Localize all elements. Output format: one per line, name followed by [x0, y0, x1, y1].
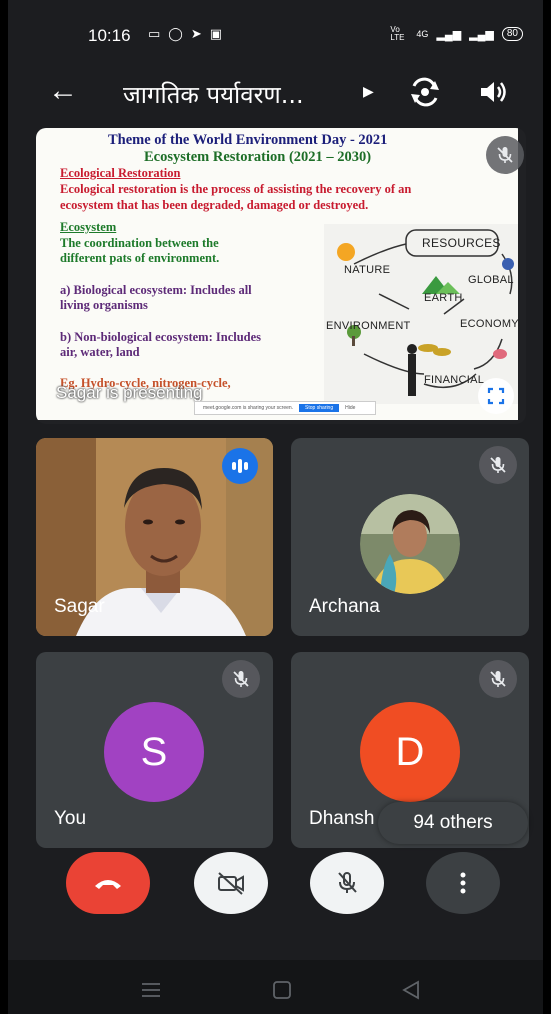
slide-item-b-line1: b) Non-biological ecosystem: Includes	[60, 330, 262, 344]
system-nav-bar	[8, 960, 543, 1014]
back-arrow-icon[interactable]: ←	[48, 76, 78, 106]
title-expand-icon[interactable]: ▶	[363, 83, 374, 100]
presentation-tile[interactable]: Theme of the World Environment Day - 202…	[36, 128, 526, 424]
mic-off-icon	[479, 446, 517, 484]
mic-off-glyph-icon	[497, 147, 513, 163]
diagram-environment: ENVIRONMENT	[326, 320, 411, 332]
participant-name: Archana	[309, 596, 380, 617]
end-call-button[interactable]	[66, 852, 150, 914]
presenter-label: Sagar is presenting	[56, 383, 203, 402]
avatar	[360, 494, 460, 594]
diagram-lines	[324, 224, 518, 404]
calendar-icon: ▣	[209, 26, 223, 41]
nav-buttons	[142, 980, 419, 1000]
hide-share-bar-button[interactable]: Hide	[345, 405, 355, 411]
participant-tile-you[interactable]: S You	[36, 652, 273, 848]
diagram-resources: RESOURCES	[422, 236, 501, 250]
more-options-button[interactable]	[426, 852, 500, 914]
participant-tile-sagar[interactable]: Sagar	[36, 438, 273, 636]
slide-para2-line2: different pats of environment.	[60, 251, 220, 265]
diagram-global: GLOBAL	[468, 274, 514, 286]
avatar-letter: S	[104, 702, 204, 802]
camera-off-button[interactable]	[194, 852, 268, 914]
meeting-title[interactable]: जागतिक पर्यावरण...	[123, 78, 304, 111]
mic-off-glyph-icon	[490, 457, 506, 473]
whatsapp-icon: ◯	[168, 26, 183, 41]
participant-name: Sagar	[54, 596, 105, 617]
participant-name: Dhansh	[309, 808, 375, 829]
status-right: Vo LTE 4G ▂▄▆ ▂▄▆ 80	[390, 26, 523, 42]
slide-para2-line1: The coordination between the	[60, 236, 219, 250]
back-nav-icon[interactable]	[402, 980, 419, 1000]
cast-icon: ▭	[148, 26, 161, 41]
participant-tile-archana[interactable]: Archana	[291, 438, 529, 636]
slide-item-a-line1: a) Biological ecosystem: Includes all	[60, 283, 252, 297]
switch-camera-icon[interactable]	[408, 76, 442, 108]
volte-label: Vo LTE	[390, 25, 405, 42]
others-count-button[interactable]: 94 others	[378, 802, 528, 844]
diagram-earth: EARTH	[424, 292, 463, 304]
slide-item-b-line2: air, water, land	[60, 345, 140, 359]
fullscreen-button[interactable]	[478, 378, 514, 414]
recents-icon[interactable]	[142, 983, 160, 997]
slide-title-line2: Ecosystem Restoration (2021 – 2030)	[144, 149, 372, 165]
notification-icons: ▭ ◯ ➤ ▣	[148, 26, 222, 42]
participant-name: You	[54, 808, 87, 829]
shared-slide: Theme of the World Environment Day - 202…	[36, 128, 519, 420]
more-vert-icon	[460, 872, 466, 894]
mic-off-icon	[338, 872, 357, 893]
audio-level-icon	[232, 459, 248, 473]
avatar-letter: D	[360, 702, 460, 802]
hang-up-icon	[95, 880, 121, 889]
slide-item-a-line2: living organisms	[60, 298, 148, 312]
share-bar-text: meet.google.com is sharing your screen.	[203, 405, 294, 411]
slide-para1-line1: Ecological restoration is the process of…	[60, 182, 412, 196]
home-icon[interactable]	[273, 981, 291, 999]
mic-off-glyph-icon	[490, 671, 506, 687]
speaker-icon[interactable]	[478, 78, 508, 106]
diagram-financial: FINANCIAL	[424, 374, 485, 386]
slide-heading-ecosystem: Ecosystem	[60, 220, 117, 234]
signal2-icon: ▂▄▆	[469, 28, 494, 41]
status-bar: 10:16 ▭ ◯ ➤ ▣ Vo LTE 4G ▂▄▆ ▂▄▆ 80	[8, 20, 543, 52]
presentation-mic-off-icon	[486, 136, 524, 174]
screen-share-bar: meet.google.com is sharing your screen. …	[194, 401, 376, 415]
slide-heading-restoration: Ecological Restoration	[60, 166, 181, 180]
diagram-nature: NATURE	[344, 264, 391, 276]
slide-para1-line2: ecosystem that has been degraded, damage…	[60, 198, 369, 212]
status-time: 10:16	[88, 26, 131, 45]
network-type: 4G	[416, 29, 429, 39]
fullscreen-icon	[487, 387, 505, 405]
slide-diagram: RESOURCES NATURE EARTH GLOBAL ENVIRONMEN…	[324, 224, 519, 404]
mic-off-button[interactable]	[310, 852, 384, 914]
speaking-indicator	[222, 448, 258, 484]
mic-off-glyph-icon	[233, 671, 249, 687]
mic-off-icon	[222, 660, 260, 698]
meet-screen: 10:16 ▭ ◯ ➤ ▣ Vo LTE 4G ▂▄▆ ▂▄▆ 80 ← जाग…	[8, 0, 543, 1014]
telegram-icon: ➤	[190, 26, 202, 41]
camera-off-icon	[218, 872, 244, 895]
slide-title-line1: Theme of the World Environment Day - 202…	[108, 132, 388, 148]
meeting-header: ← जागतिक पर्यावरण... ▶	[8, 70, 543, 116]
stop-sharing-button[interactable]: Stop sharing	[299, 404, 340, 412]
signal-icon: ▂▄▆	[436, 28, 462, 41]
mic-off-icon	[479, 660, 517, 698]
battery-icon: 80	[501, 27, 523, 41]
diagram-economy: ECONOMY	[460, 318, 519, 330]
